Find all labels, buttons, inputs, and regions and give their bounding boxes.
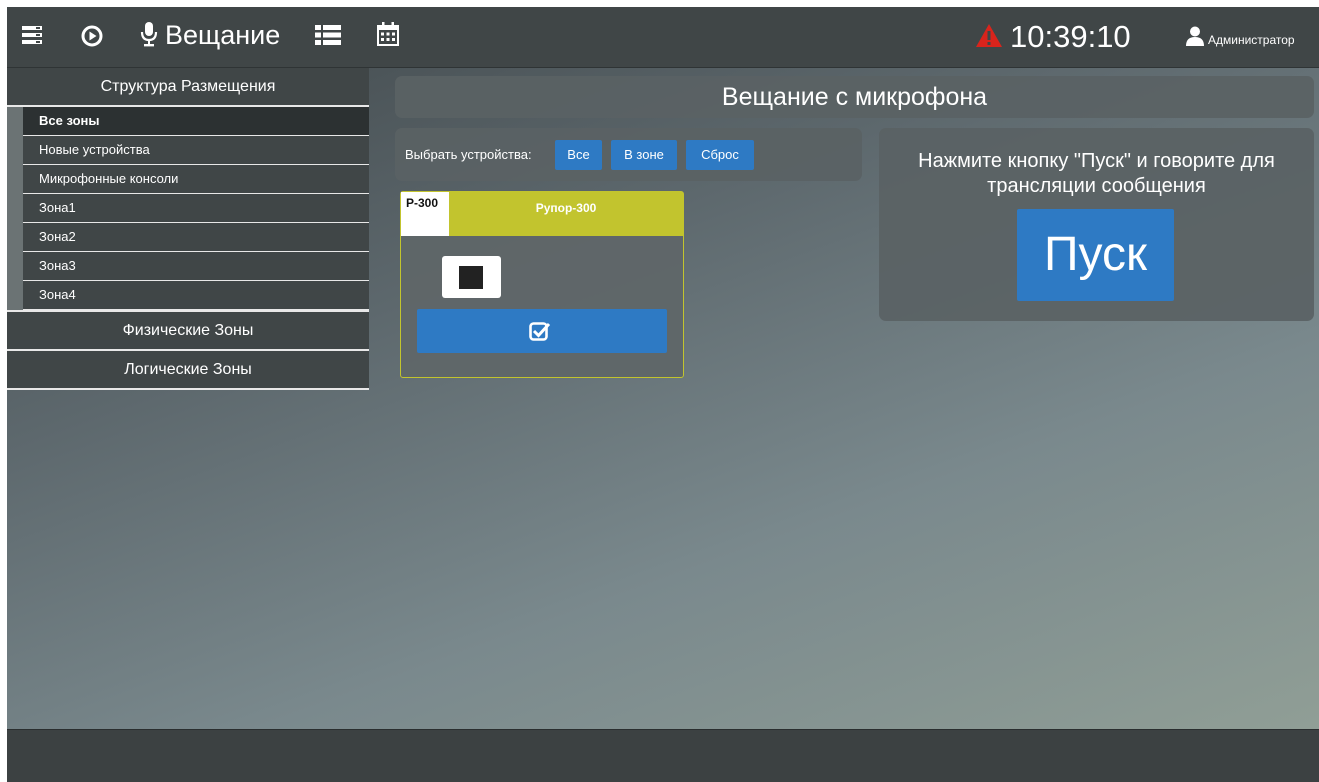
sidebar-item-zone2[interactable]: Зона2 — [23, 223, 369, 252]
warning-icon[interactable] — [975, 23, 1003, 53]
zone-list: Все зоны Новые устройства Микрофонные ко… — [7, 107, 369, 310]
bottom-bar — [7, 729, 1319, 782]
top-bar: Вещание 10:39:10 Администратор — [7, 7, 1319, 68]
sidebar-item-zone1[interactable]: Зона1 — [23, 194, 369, 223]
broadcast-start-panel: Нажмите кнопку "Пуск" и говорите для тра… — [879, 128, 1314, 321]
instruction-text: Нажмите кнопку "Пуск" и говорите для тра… — [918, 150, 1275, 197]
device-code: P-300 — [401, 192, 449, 236]
microphone-icon[interactable] — [139, 21, 159, 52]
clock: 10:39:10 — [1010, 19, 1131, 54]
broadcast-label[interactable]: Вещание — [165, 20, 280, 51]
sidebar-header[interactable]: Структура Размещения — [7, 68, 369, 107]
sidebar-section-logical-zones[interactable]: Логические Зоны — [7, 351, 369, 390]
select-in-zone-button[interactable]: В зоне — [611, 140, 677, 170]
user-icon[interactable] — [1185, 26, 1205, 51]
select-devices-label: Выбрать устройства: — [405, 147, 532, 162]
device-name: Рупор-300 — [535, 201, 597, 215]
stop-square-icon — [459, 266, 483, 289]
device-card-header: P-300 Рупор-300 — [401, 192, 683, 236]
sidebar-section-physical-zones[interactable]: Физические Зоны — [7, 310, 369, 351]
start-button[interactable]: Пуск — [1017, 209, 1174, 301]
list-icon[interactable] — [315, 24, 341, 51]
sidebar-item-mic-consoles[interactable]: Микрофонные консоли — [23, 165, 369, 194]
sidebar: Структура Размещения Все зоны Новые устр… — [7, 68, 369, 390]
app-window: Вещание 10:39:10 Администратор Структура… — [7, 7, 1319, 782]
sidebar-item-new-devices[interactable]: Новые устройства — [23, 136, 369, 165]
checkbox-checked-icon — [529, 321, 551, 346]
sidebar-item-zone4[interactable]: Зона4 — [23, 281, 369, 310]
reset-button[interactable]: Сброс — [686, 140, 754, 170]
device-stop-toggle[interactable] — [442, 256, 501, 298]
select-all-button[interactable]: Все — [555, 140, 602, 170]
sidebar-item-all-zones[interactable]: Все зоны — [23, 107, 369, 136]
user-name[interactable]: Администратор — [1208, 33, 1295, 47]
play-circle-icon[interactable] — [81, 25, 103, 52]
sidebar-item-zone3[interactable]: Зона3 — [23, 252, 369, 281]
page-title: Вещание с микрофона — [721, 83, 988, 111]
device-select-checkbox-button[interactable] — [417, 309, 667, 353]
server-icon[interactable] — [21, 24, 43, 51]
device-card[interactable]: P-300 Рупор-300 — [400, 191, 684, 378]
calendar-icon[interactable] — [377, 22, 399, 51]
device-select-panel: Выбрать устройства: Все В зоне Сброс — [395, 128, 862, 181]
page-title-panel: Вещание с микрофона — [395, 76, 1314, 118]
